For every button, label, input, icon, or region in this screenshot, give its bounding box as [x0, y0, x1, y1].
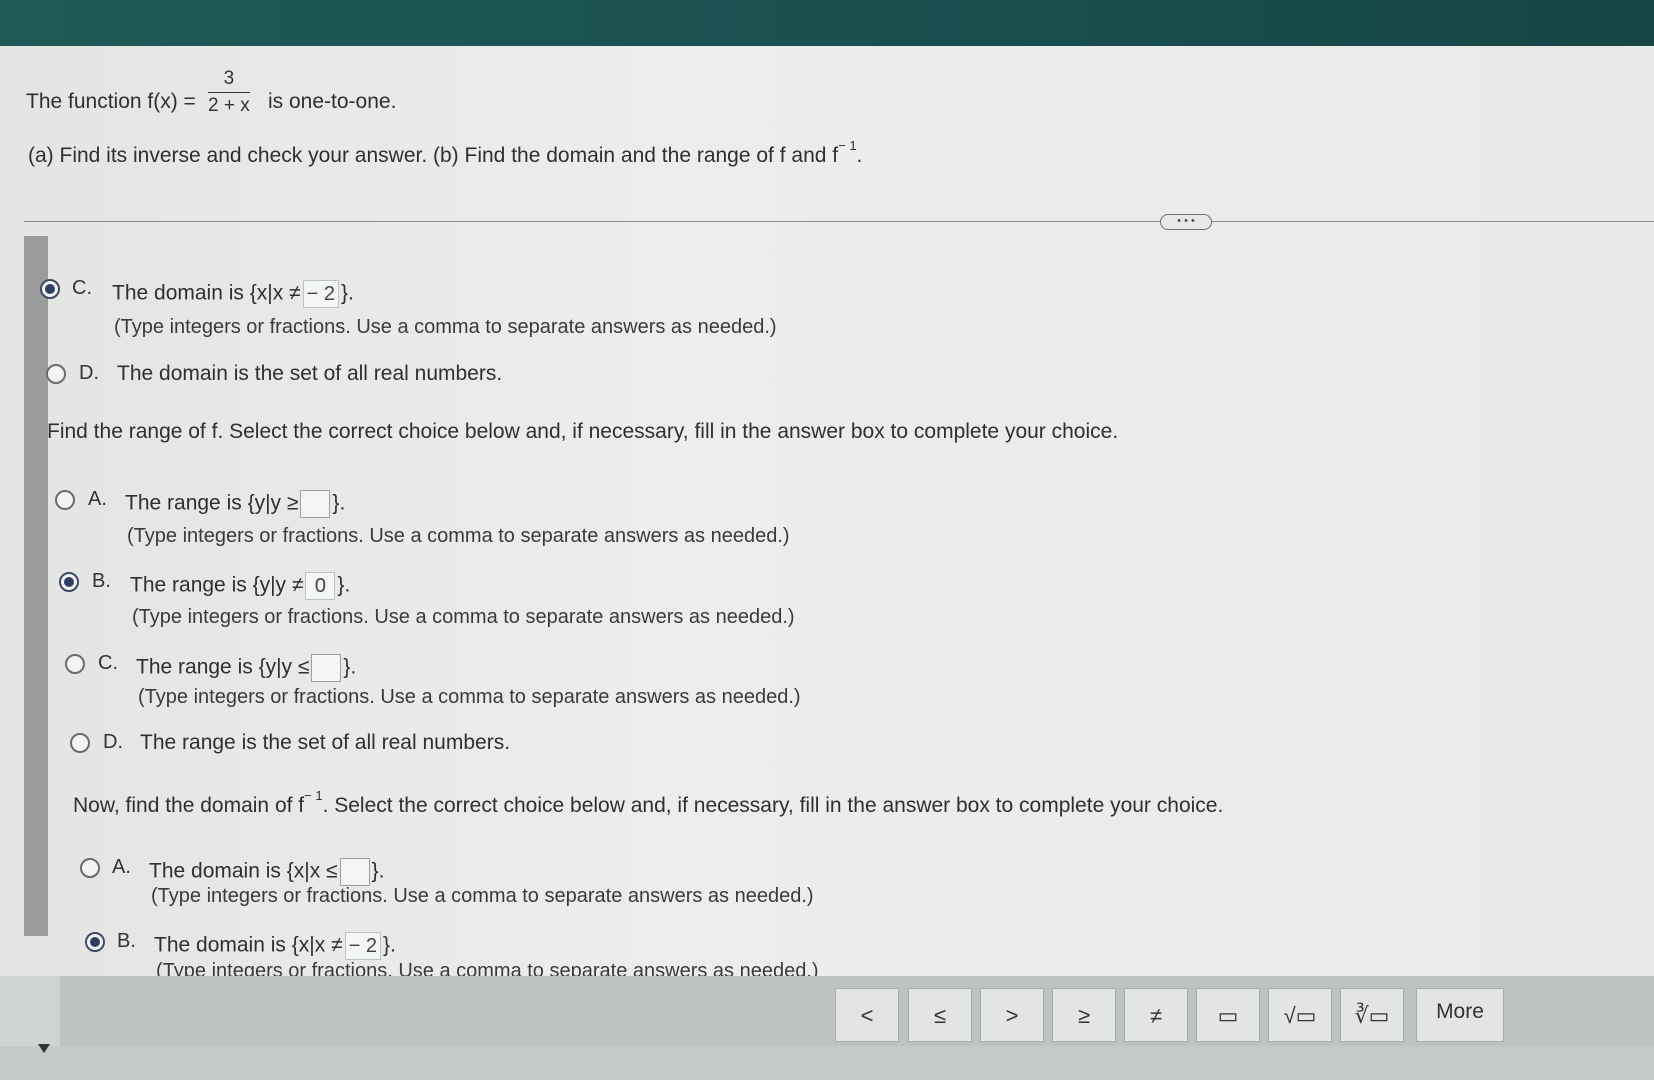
- range-option-a-set-close: }: [332, 491, 340, 515]
- inverse-domain-option-a-statement: The domain is {x|x ≤}.: [149, 858, 384, 886]
- range-option-c-radio[interactable]: [65, 654, 85, 674]
- question-task-sup: − 1: [838, 138, 857, 153]
- question-task: (a) Find its inverse and check your answ…: [28, 138, 863, 168]
- inverse-domain-option-a-hint: (Type integers or fractions. Use a comma…: [151, 885, 814, 907]
- less-than-button[interactable]: <: [835, 988, 899, 1042]
- nth-root-button[interactable]: ∛▭: [1340, 988, 1404, 1042]
- range-option-d-text: The range is the set of all real numbers…: [140, 731, 511, 754]
- range-prompt: Find the range of f. Select the correct …: [47, 420, 1119, 443]
- less-equal-button[interactable]: ≤: [908, 988, 972, 1042]
- inverse-domain-prompt: Now, find the domain of f− 1. Select the…: [73, 788, 1224, 818]
- inverse-domain-option-b-radio[interactable]: [85, 932, 105, 952]
- range-option-c-set-open: {y|y ≤: [258, 655, 310, 679]
- range-option-c-set-close: }: [343, 655, 351, 679]
- question-task-text: (a) Find its inverse and check your answ…: [28, 144, 839, 167]
- inverse-domain-option-b-set-open: {x|x ≠: [291, 933, 343, 957]
- scroll-down-icon[interactable]: [38, 1044, 50, 1053]
- inverse-domain-option-a-text: The domain is: [149, 859, 281, 883]
- range-option-c-hint: (Type integers or fractions. Use a comma…: [138, 686, 801, 708]
- fraction-denominator: 2 + x: [208, 95, 250, 116]
- range-option-a-set-open: {y|y ≥: [247, 491, 299, 515]
- inverse-domain-prompt-end: . Select the correct choice below and, i…: [322, 794, 1224, 817]
- bottom-strip: [0, 1046, 1654, 1080]
- inverse-domain-option-b-set-close: }: [382, 933, 390, 957]
- inverse-domain-option-a-set-open: {x|x ≤: [286, 859, 338, 883]
- greater-than-button[interactable]: >: [980, 988, 1044, 1042]
- question-intro-prefix: The function f(x) =: [26, 90, 196, 113]
- expand-ellipsis-button[interactable]: • • •: [1160, 214, 1212, 230]
- range-option-c-answer-box[interactable]: [311, 654, 342, 682]
- inverse-domain-option-b-hint: (Type integers or fractions. Use a comma…: [156, 960, 819, 976]
- range-option-d-radio[interactable]: [70, 733, 90, 753]
- fraction-button[interactable]: ▭: [1196, 988, 1260, 1042]
- range-option-b-set-open: {y|y ≠: [252, 573, 304, 597]
- inverse-domain-prompt-sup: − 1: [304, 788, 323, 803]
- not-equal-button[interactable]: ≠: [1124, 988, 1188, 1042]
- range-option-a-letter: A.: [88, 488, 107, 510]
- question-task-end: .: [856, 144, 863, 167]
- domain-option-d-text: The domain is the set of all real number…: [117, 362, 503, 385]
- range-option-a-statement: The range is {y|y ≥}.: [125, 490, 345, 518]
- range-option-d-letter: D.: [103, 731, 123, 753]
- range-option-b-hint: (Type integers or fractions. Use a comma…: [132, 606, 795, 628]
- inverse-domain-option-a-radio[interactable]: [80, 858, 100, 878]
- inverse-domain-prompt-start: Now, find the domain of f: [73, 794, 305, 817]
- domain-option-d-letter: D.: [79, 362, 99, 384]
- domain-option-c-letter: C.: [72, 277, 92, 299]
- square-root-button[interactable]: √▭: [1268, 988, 1332, 1042]
- range-option-b-set-close: }: [337, 573, 345, 597]
- range-option-b-letter: B.: [92, 570, 111, 592]
- range-option-c-letter: C.: [98, 652, 118, 674]
- range-option-a-text: The range is: [125, 491, 242, 515]
- range-option-c-statement: The range is {y|y ≤}.: [136, 654, 356, 682]
- domain-option-c-answer-box[interactable]: − 2: [302, 280, 339, 308]
- range-option-b-text: The range is: [130, 573, 247, 597]
- left-scroll-indicator[interactable]: [24, 236, 48, 936]
- inverse-domain-option-b-statement: The domain is {x|x ≠ − 2}.: [154, 932, 396, 960]
- section-divider: [24, 221, 1654, 222]
- domain-option-c-hint: (Type integers or fractions. Use a comma…: [114, 316, 777, 338]
- function-fraction: 3 2 + x: [208, 68, 250, 117]
- fraction-numerator: 3: [208, 68, 250, 93]
- domain-option-d-radio[interactable]: [46, 364, 66, 384]
- top-header-bar: [0, 0, 1654, 46]
- range-option-a-radio[interactable]: [55, 490, 75, 510]
- inverse-domain-option-b-answer-box[interactable]: − 2: [344, 932, 381, 960]
- inverse-domain-option-a-letter: A.: [112, 856, 131, 878]
- domain-option-c-text: The domain is: [112, 281, 244, 305]
- inverse-domain-option-a-set-close: }: [371, 859, 379, 883]
- inverse-domain-option-b-text: The domain is: [154, 933, 286, 957]
- question-intro-suffix: is one-to-one.: [268, 90, 397, 113]
- range-option-a-answer-box[interactable]: [300, 490, 331, 518]
- range-option-b-radio[interactable]: [59, 572, 79, 592]
- range-option-a-hint: (Type integers or fractions. Use a comma…: [127, 525, 790, 547]
- range-option-b-statement: The range is {y|y ≠ 0}.: [130, 572, 350, 600]
- inverse-domain-option-b-letter: B.: [117, 930, 136, 952]
- domain-option-c-set-close: }: [340, 281, 348, 305]
- more-symbols-button[interactable]: More: [1416, 988, 1504, 1042]
- domain-option-c-set-open: {x|x ≠: [249, 281, 301, 305]
- domain-option-c-statement: The domain is {x|x ≠ − 2}.: [112, 280, 354, 308]
- range-option-b-answer-box[interactable]: 0: [305, 572, 336, 600]
- range-option-c-text: The range is: [136, 655, 253, 679]
- domain-option-c-radio[interactable]: [40, 279, 60, 299]
- inverse-domain-option-a-answer-box[interactable]: [339, 858, 370, 886]
- greater-equal-button[interactable]: ≥: [1052, 988, 1116, 1042]
